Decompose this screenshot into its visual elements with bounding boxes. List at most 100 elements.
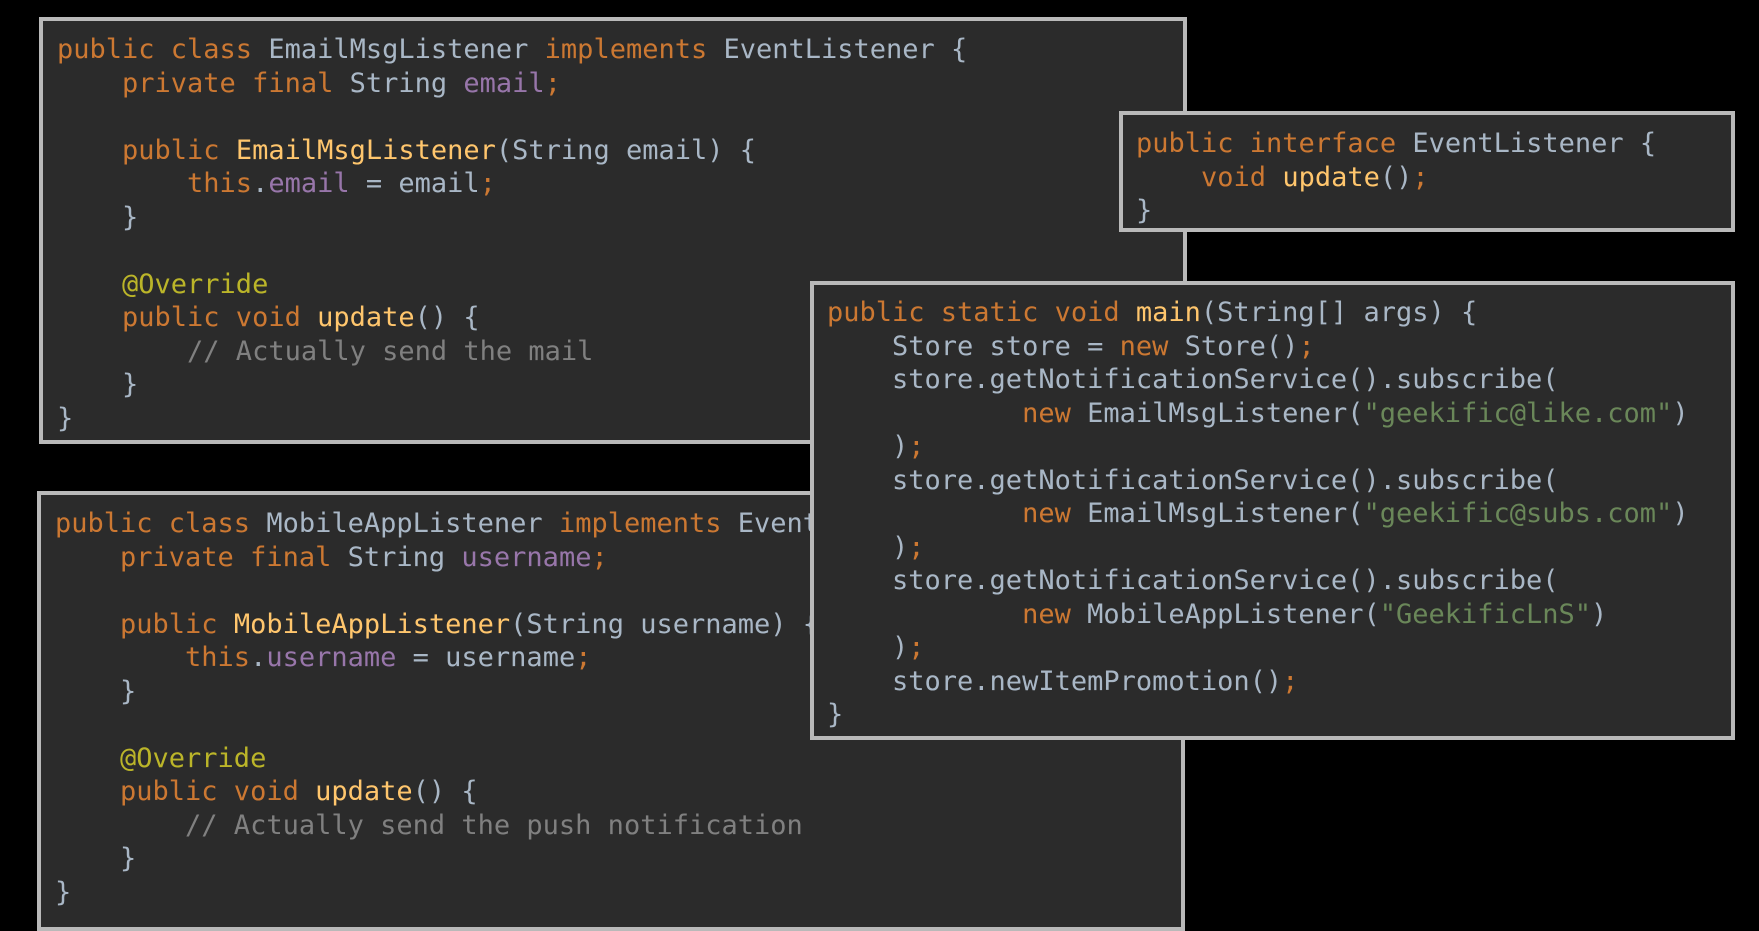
code-token: MobileAppListener: [233, 608, 511, 640]
code-token: update: [317, 302, 415, 333]
code-token: new: [1022, 598, 1088, 630]
code-token: ;: [908, 632, 925, 663]
code-line: public interface EventListener {: [1136, 127, 1731, 161]
code-line: );: [827, 430, 1731, 464]
code-line: public static void main(String[] args) {: [827, 296, 1731, 330]
code-token: // Actually send the push notification: [55, 809, 803, 841]
code-token: ): [1672, 397, 1689, 429]
code-token: EmailMsgListener(: [1087, 498, 1364, 529]
code-token: private final: [57, 67, 350, 99]
code-line: new MobileAppListener("GeekificLnS"): [827, 598, 1731, 632]
code-token: }: [57, 402, 74, 434]
code-line: new EmailMsgListener("geekific@subs.com"…: [827, 497, 1731, 531]
code-token: EmailMsgListener: [268, 34, 545, 65]
code-token: // Actually send the mail: [57, 335, 594, 367]
code-token: ;: [544, 67, 561, 99]
code-line: void update();: [1136, 161, 1731, 195]
code-token: ;: [479, 168, 496, 199]
code-token: ;: [1282, 665, 1299, 697]
code-line: }: [1136, 194, 1731, 228]
code-token: ): [827, 431, 909, 462]
code-line: store.getNotificationService().subscribe…: [827, 564, 1731, 598]
code-token: (): [1379, 161, 1413, 193]
code-token: }: [57, 201, 139, 233]
code-token: = email: [349, 168, 480, 199]
code-token: String: [347, 541, 462, 573]
code-token: new: [1022, 397, 1088, 429]
code-token: email: [268, 168, 350, 199]
code-token: new: [1119, 330, 1185, 362]
code-token: MobileAppListener: [266, 508, 559, 539]
code-token: }: [827, 699, 844, 730]
code-token: ): [827, 531, 909, 563]
code-token: ;: [908, 431, 925, 462]
code-token: store.getNotificationService().subscribe…: [827, 565, 1559, 596]
code-token: }: [1136, 195, 1153, 226]
code-token: public class: [55, 508, 267, 539]
code-token: ): [827, 632, 909, 663]
main-method-code: public static void main(String[] args) {…: [814, 285, 1731, 732]
code-token: this: [55, 642, 251, 673]
code-token: public: [57, 134, 236, 166]
code-token: EmailMsgListener: [235, 134, 496, 166]
code-line: this.email = email;: [57, 167, 1183, 201]
code-token: String: [349, 67, 464, 99]
code-line: private final String email;: [57, 67, 1183, 101]
code-token: ): [1672, 498, 1689, 529]
code-token: new: [1022, 498, 1088, 529]
code-token: "geekific@subs.com": [1363, 498, 1673, 529]
code-line: store.newItemPromotion();: [827, 665, 1731, 699]
code-token: store.getNotificationService().subscribe…: [827, 364, 1559, 395]
code-token: .: [252, 168, 269, 199]
code-token: email: [463, 67, 545, 99]
code-token: }: [57, 369, 139, 400]
code-line: @Override: [55, 742, 1181, 776]
code-token: public interface: [1136, 128, 1413, 159]
code-line: new EmailMsgListener("geekific@like.com"…: [827, 397, 1731, 431]
code-token: (String email) {: [495, 134, 756, 166]
code-token: public void: [57, 302, 318, 333]
code-token: username: [461, 541, 592, 573]
code-token: public: [55, 608, 234, 640]
code-token: ;: [908, 531, 925, 563]
code-line: store.getNotificationService().subscribe…: [827, 363, 1731, 397]
code-line: }: [55, 876, 1181, 910]
code-token: Store store =: [827, 330, 1120, 362]
code-token: update: [315, 776, 413, 807]
code-token: private final: [55, 541, 348, 573]
code-token: store.getNotificationService().subscribe…: [827, 464, 1559, 496]
code-line: }: [57, 201, 1183, 235]
code-token: main: [1135, 297, 1201, 328]
code-token: implements: [558, 508, 738, 539]
code-line: }: [55, 842, 1181, 876]
code-token: ;: [575, 642, 592, 673]
code-token: implements: [544, 34, 724, 65]
code-line: );: [827, 631, 1731, 665]
code-token: () {: [412, 776, 478, 807]
code-line: }: [827, 698, 1731, 732]
code-line: store.getNotificationService().subscribe…: [827, 464, 1731, 498]
code-token: ): [1591, 598, 1608, 630]
code-token: EventListener {: [723, 34, 968, 65]
code-token: @Override: [55, 742, 267, 774]
main-method-code-panel: public static void main(String[] args) {…: [810, 281, 1735, 740]
code-line: // Actually send the push notification: [55, 809, 1181, 843]
code-token: public class: [57, 34, 269, 65]
code-token: void: [1136, 161, 1283, 193]
code-line: public EmailMsgListener(String email) {: [57, 134, 1183, 168]
code-line: public class EmailMsgListener implements…: [57, 33, 1183, 67]
code-token: ;: [1298, 330, 1315, 362]
code-token: this: [57, 168, 253, 199]
code-token: = username: [396, 642, 576, 673]
code-token: @Override: [57, 268, 269, 300]
event-listener-interface-panel: public interface EventListener { void up…: [1119, 111, 1735, 232]
code-token: EventListener {: [1412, 128, 1657, 159]
code-token: username: [266, 642, 397, 673]
code-token: "GeekificLnS": [1379, 598, 1592, 630]
code-token: }: [55, 843, 137, 874]
event-listener-interface-code: public interface EventListener { void up…: [1123, 115, 1731, 228]
